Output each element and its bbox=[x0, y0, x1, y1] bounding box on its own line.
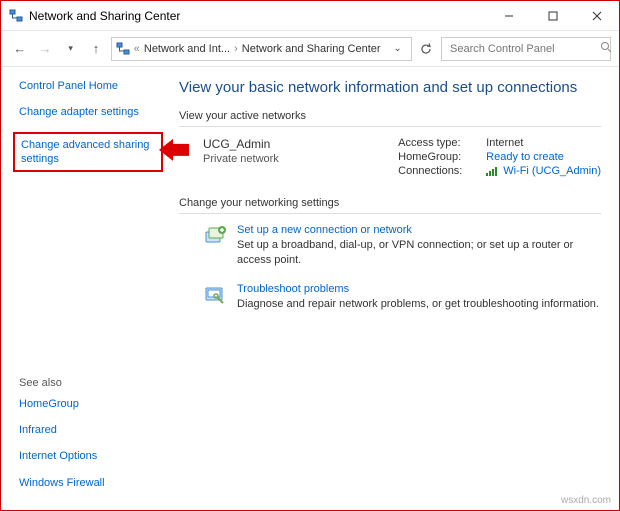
navbar: ← → ▾ ↑ « Network and Int... › Network a… bbox=[1, 31, 619, 67]
action-title[interactable]: Set up a new connection or network bbox=[237, 224, 601, 236]
change-settings-heading: Change your networking settings bbox=[179, 197, 601, 209]
seealso-link-infrared[interactable]: Infrared bbox=[19, 423, 159, 437]
active-network-row: UCG_Admin Private network Access type: I… bbox=[179, 137, 601, 179]
divider bbox=[179, 213, 601, 214]
action-setup-connection: Set up a new connection or network Set u… bbox=[179, 224, 601, 269]
breadcrumb[interactable]: « Network and Int... › Network and Shari… bbox=[111, 37, 412, 61]
chevron-left-icon: « bbox=[134, 43, 140, 55]
network-name: UCG_Admin bbox=[203, 137, 378, 151]
seealso-link-internet-options[interactable]: Internet Options bbox=[19, 449, 159, 463]
network-icon bbox=[9, 9, 23, 23]
callout-arrow-icon bbox=[159, 139, 189, 165]
content: Control Panel Home Change adapter settin… bbox=[1, 67, 619, 510]
divider bbox=[179, 126, 601, 127]
window-title: Network and Sharing Center bbox=[29, 9, 180, 23]
action-desc: Diagnose and repair network problems, or… bbox=[237, 297, 599, 312]
recent-locations-button[interactable]: ▾ bbox=[60, 38, 81, 60]
page-heading: View your basic network information and … bbox=[179, 79, 601, 96]
minimize-button[interactable] bbox=[487, 2, 531, 30]
connection-link[interactable]: Wi-Fi (UCG_Admin) bbox=[486, 165, 601, 177]
wifi-signal-icon bbox=[486, 167, 497, 176]
refresh-button[interactable] bbox=[416, 38, 437, 60]
breadcrumb-item[interactable]: Network and Int... bbox=[144, 43, 230, 55]
titlebar: Network and Sharing Center bbox=[1, 1, 619, 31]
sidebar-link-label: Change advanced sharing settings bbox=[21, 139, 149, 165]
homegroup-label: HomeGroup: bbox=[398, 151, 480, 163]
search-box[interactable] bbox=[441, 37, 611, 61]
troubleshoot-icon bbox=[203, 283, 227, 307]
up-button[interactable]: ↑ bbox=[85, 38, 106, 60]
close-button[interactable] bbox=[575, 2, 619, 30]
main-panel: View your basic network information and … bbox=[171, 67, 619, 510]
maximize-button[interactable] bbox=[531, 2, 575, 30]
network-type: Private network bbox=[203, 153, 378, 165]
seealso-link-homegroup[interactable]: HomeGroup bbox=[19, 397, 159, 411]
connections-label: Connections: bbox=[398, 165, 480, 177]
sidebar-link-advanced-sharing[interactable]: Change advanced sharing settings bbox=[13, 132, 163, 173]
active-networks-heading: View your active networks bbox=[179, 110, 601, 122]
breadcrumb-dropdown[interactable]: ⌄ bbox=[389, 43, 407, 54]
access-type-value: Internet bbox=[486, 137, 523, 149]
chevron-right-icon: › bbox=[234, 43, 238, 55]
watermark: wsxdn.com bbox=[561, 495, 611, 506]
network-icon bbox=[116, 42, 130, 56]
action-desc: Set up a broadband, dial-up, or VPN conn… bbox=[237, 238, 601, 269]
setup-connection-icon bbox=[203, 224, 227, 248]
action-troubleshoot: Troubleshoot problems Diagnose and repai… bbox=[179, 283, 601, 312]
window: Network and Sharing Center ← → ▾ ↑ « Net… bbox=[0, 0, 620, 511]
action-title[interactable]: Troubleshoot problems bbox=[237, 283, 599, 295]
sidebar: Control Panel Home Change adapter settin… bbox=[1, 67, 171, 510]
connection-name: Wi-Fi (UCG_Admin) bbox=[503, 165, 601, 177]
seealso-link-firewall[interactable]: Windows Firewall bbox=[19, 476, 159, 490]
seealso-heading: See also bbox=[19, 377, 159, 389]
sidebar-link-home[interactable]: Control Panel Home bbox=[19, 79, 159, 93]
access-type-label: Access type: bbox=[398, 137, 480, 149]
breadcrumb-item[interactable]: Network and Sharing Center bbox=[242, 43, 381, 55]
search-icon[interactable] bbox=[600, 41, 612, 56]
back-button[interactable]: ← bbox=[9, 38, 30, 60]
homegroup-link[interactable]: Ready to create bbox=[486, 151, 564, 163]
forward-button[interactable]: → bbox=[34, 38, 55, 60]
search-input[interactable] bbox=[448, 42, 594, 56]
sidebar-link-adapter[interactable]: Change adapter settings bbox=[19, 105, 159, 119]
